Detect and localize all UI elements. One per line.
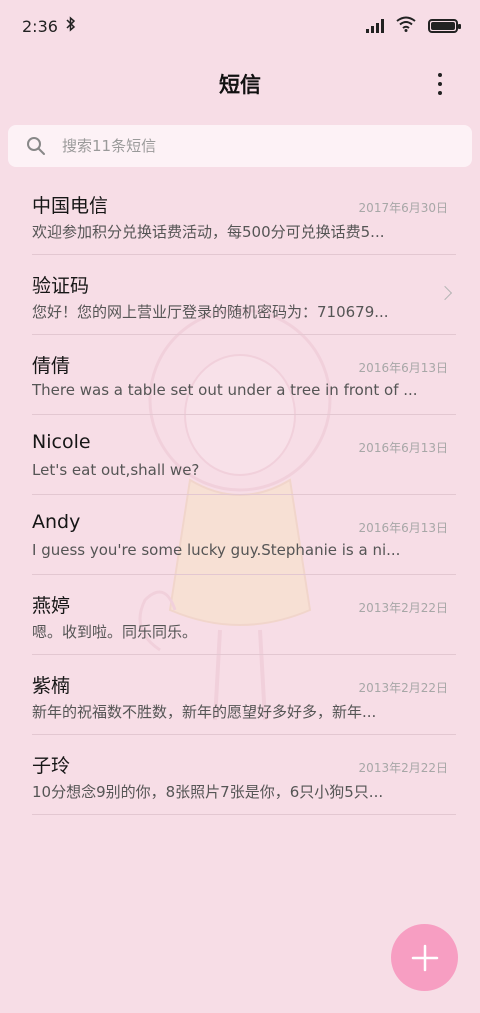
message-item-4[interactable]: Andy 2016年6月13日 I guess you're some luck…	[32, 495, 456, 575]
search-input[interactable]	[62, 137, 442, 155]
message-sender: 倩倩	[32, 355, 71, 377]
message-item-3[interactable]: Nicole 2016年6月13日 Let's eat out,shall we…	[32, 415, 456, 495]
page-title: 短信	[219, 73, 261, 97]
status-time: 2:36	[22, 16, 58, 36]
message-item-7[interactable]: 子玲 2013年2月22日 10分想念9别的你，8张照片7张是你，6只小狗5只.…	[32, 735, 456, 815]
message-sender: 紫楠	[32, 675, 71, 697]
app-bar: 短信	[0, 58, 480, 110]
message-preview: 10分想念9别的你，8张照片7张是你，6只小狗5只...	[32, 783, 384, 801]
message-item-6[interactable]: 紫楠 2013年2月22日 新年的祝福数不胜数，新年的愿望好多好多，新年...	[32, 655, 456, 735]
message-item-2[interactable]: 倩倩 2016年6月13日 There was a table set out …	[32, 335, 456, 415]
wifi-icon	[396, 16, 416, 36]
message-date: 2016年6月13日	[358, 361, 448, 375]
battery-icon	[428, 19, 461, 33]
message-preview: 您好！您的网上营业厅登录的随机密码为：710679...	[32, 303, 389, 321]
message-preview: 新年的祝福数不胜数，新年的愿望好多好多，新年...	[32, 703, 377, 721]
message-preview: I guess you're some lucky guy.Stephanie …	[32, 541, 401, 559]
more-vertical-icon[interactable]	[428, 70, 452, 98]
message-sender: Nicole	[32, 431, 91, 453]
message-sender: 子玲	[32, 755, 71, 777]
message-sender: 验证码	[32, 275, 90, 297]
bluetooth-icon	[66, 16, 76, 36]
message-preview: Let's eat out,shall we?	[32, 461, 200, 479]
message-date: 2017年6月30日	[358, 201, 448, 215]
search-icon	[26, 136, 46, 156]
plus-icon	[411, 944, 439, 972]
message-sender: 中国电信	[32, 195, 109, 217]
message-item-1[interactable]: 验证码 您好！您的网上营业厅登录的随机密码为：710679...	[32, 255, 456, 335]
message-preview: 欢迎参加积分兑换话费活动，每500分可兑换话费5...	[32, 223, 385, 241]
status-bar: 2:36	[0, 0, 480, 52]
new-message-button[interactable]	[391, 924, 458, 991]
message-date: 2013年2月22日	[358, 601, 448, 615]
chevron-right-icon	[437, 285, 453, 301]
search-bar[interactable]	[8, 125, 472, 167]
message-list: 中国电信 2017年6月30日 欢迎参加积分兑换话费活动，每500分可兑换话费5…	[32, 175, 456, 815]
signal-icon	[366, 19, 384, 33]
message-date: 2013年2月22日	[358, 761, 448, 775]
message-preview: There was a table set out under a tree i…	[32, 381, 418, 399]
message-item-0[interactable]: 中国电信 2017年6月30日 欢迎参加积分兑换话费活动，每500分可兑换话费5…	[32, 175, 456, 255]
message-sender: 燕婷	[32, 595, 71, 617]
message-sender: Andy	[32, 511, 81, 533]
message-date: 2016年6月13日	[358, 441, 448, 455]
message-preview: 嗯。收到啦。同乐同乐。	[32, 623, 198, 641]
message-date: 2016年6月13日	[358, 521, 448, 535]
message-item-5[interactable]: 燕婷 2013年2月22日 嗯。收到啦。同乐同乐。	[32, 575, 456, 655]
message-date: 2013年2月22日	[358, 681, 448, 695]
